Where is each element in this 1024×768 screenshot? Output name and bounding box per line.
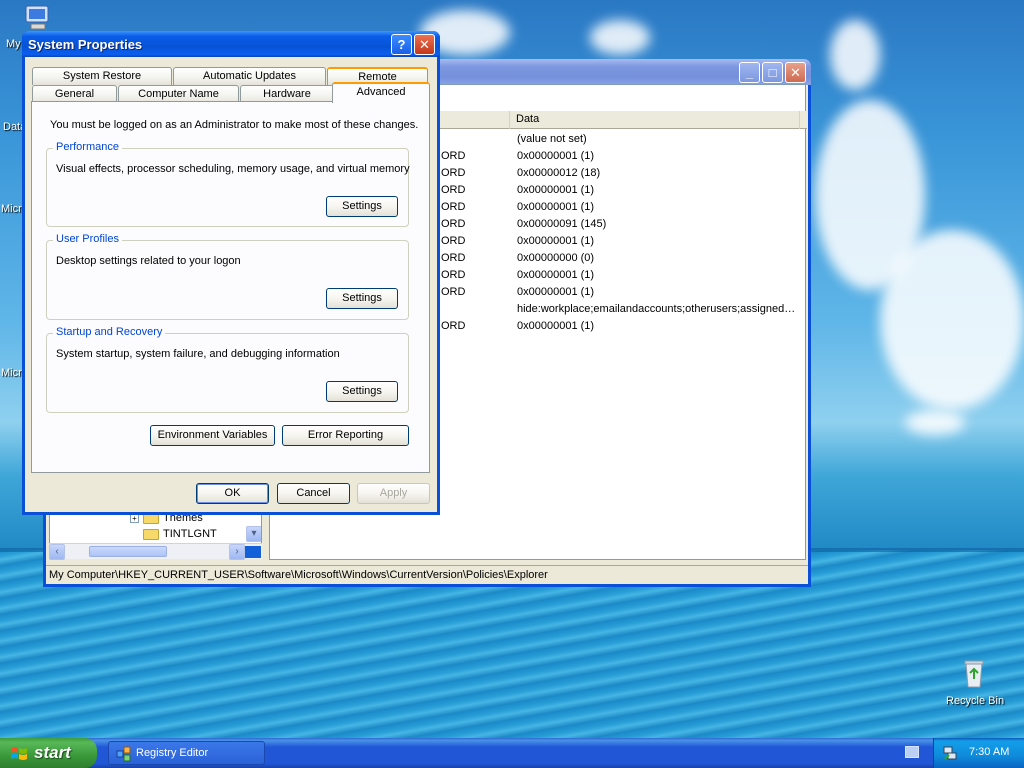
close-button[interactable]: ✕ bbox=[414, 34, 435, 55]
cloud bbox=[830, 20, 880, 90]
help-button[interactable]: ? bbox=[391, 34, 412, 55]
value-data: 0x00000091 (145) bbox=[517, 218, 607, 230]
value-type: ORD bbox=[441, 184, 466, 196]
maximize-button[interactable]: □ bbox=[762, 62, 783, 83]
cancel-button[interactable]: Cancel bbox=[277, 483, 350, 504]
value-type: ORD bbox=[441, 150, 466, 162]
clock[interactable]: 7:30 AM bbox=[969, 746, 1009, 758]
tab-automatic-updates[interactable]: Automatic Updates bbox=[173, 67, 326, 85]
value-type: ORD bbox=[441, 269, 466, 281]
scroll-corner bbox=[245, 546, 261, 558]
apply-button[interactable]: Apply bbox=[357, 483, 430, 504]
status-bar: My Computer\HKEY_CURRENT_USER\Software\M… bbox=[46, 565, 808, 584]
keyboard-icon[interactable] bbox=[905, 746, 919, 758]
group-title: Performance bbox=[53, 141, 122, 153]
taskbar-item-registry-editor[interactable]: Registry Editor bbox=[108, 741, 265, 765]
group-title: User Profiles bbox=[53, 233, 122, 245]
my-computer-label: My bbox=[6, 38, 21, 50]
start-button[interactable]: start bbox=[0, 738, 97, 768]
tree-item-label: TINTLGNT bbox=[163, 528, 217, 540]
value-data: 0x00000001 (1) bbox=[517, 269, 595, 281]
tab-advanced[interactable]: Advanced bbox=[332, 82, 430, 103]
startup-recovery-settings-button[interactable]: Settings bbox=[326, 381, 398, 402]
taskbar: start Registry Editor 7:30 AM bbox=[0, 738, 1024, 768]
task-label: Registry Editor bbox=[136, 747, 209, 759]
value-data: 0x00000001 (1) bbox=[517, 235, 595, 247]
value-data: hide:workplace;emailandaccounts;otheruse… bbox=[517, 303, 796, 315]
user-profiles-settings-button[interactable]: Settings bbox=[326, 288, 398, 309]
performance-group: Performance Visual effects, processor sc… bbox=[46, 141, 410, 227]
start-label: start bbox=[34, 743, 71, 762]
value-data: 0x00000000 (0) bbox=[517, 252, 595, 264]
tree-horizontal-scrollbar[interactable]: ‹ › bbox=[49, 543, 262, 560]
value-type: ORD bbox=[441, 286, 466, 298]
value-data: 0x00000012 (18) bbox=[517, 167, 601, 179]
windows-flag-icon bbox=[11, 747, 27, 760]
error-reporting-button[interactable]: Error Reporting bbox=[282, 425, 409, 446]
value-data: 0x00000001 (1) bbox=[517, 320, 595, 332]
value-data: 0x00000001 (1) bbox=[517, 201, 595, 213]
recycle-bin-icon[interactable] bbox=[958, 657, 990, 689]
registry-editor-icon bbox=[116, 746, 131, 762]
value-type: ORD bbox=[441, 252, 466, 264]
column-data[interactable]: Data bbox=[510, 111, 800, 129]
value-type: ORD bbox=[441, 167, 466, 179]
cloud bbox=[905, 410, 965, 435]
value-type: ORD bbox=[441, 320, 466, 332]
my-computer-icon[interactable] bbox=[22, 2, 54, 34]
dialog-title: System Properties bbox=[28, 37, 143, 52]
startup-recovery-group: Startup and Recovery System startup, sys… bbox=[46, 326, 409, 413]
value-type: ORD bbox=[441, 201, 466, 213]
performance-settings-button[interactable]: Settings bbox=[326, 196, 398, 217]
value-type: ORD bbox=[441, 235, 466, 247]
ok-button[interactable]: OK bbox=[196, 483, 269, 504]
system-tray: 7:30 AM bbox=[933, 738, 1024, 768]
tab-system-restore[interactable]: System Restore bbox=[32, 67, 172, 85]
scroll-down-button[interactable]: ▾ bbox=[246, 526, 261, 542]
advanced-tab-panel: You must be logged on as an Administrato… bbox=[31, 101, 430, 473]
scroll-right-button[interactable]: › bbox=[229, 544, 245, 560]
user-profiles-group: User Profiles Desktop settings related t… bbox=[46, 233, 409, 320]
folder-icon bbox=[143, 528, 159, 540]
admin-note: You must be logged on as an Administrato… bbox=[50, 119, 419, 131]
environment-variables-button[interactable]: Environment Variables bbox=[150, 425, 275, 446]
value-data: (value not set) bbox=[517, 133, 587, 145]
value-data: 0x00000001 (1) bbox=[517, 150, 595, 162]
minimize-button[interactable]: _ bbox=[739, 62, 760, 83]
column-type[interactable] bbox=[440, 111, 510, 129]
close-button[interactable]: ✕ bbox=[785, 62, 806, 83]
expand-icon[interactable]: + bbox=[130, 514, 139, 523]
cloud bbox=[880, 230, 1024, 410]
group-description: Desktop settings related to your logon bbox=[56, 255, 241, 267]
tree-item[interactable]: TINTLGNT bbox=[143, 528, 217, 540]
scroll-left-button[interactable]: ‹ bbox=[49, 544, 65, 560]
value-data: 0x00000001 (1) bbox=[517, 184, 595, 196]
group-title: Startup and Recovery bbox=[53, 326, 166, 338]
group-description: System startup, system failure, and debu… bbox=[56, 348, 340, 360]
network-icon[interactable] bbox=[942, 745, 958, 761]
value-type: ORD bbox=[441, 218, 466, 230]
scrollbar-thumb[interactable] bbox=[89, 546, 167, 557]
group-description: Visual effects, processor scheduling, me… bbox=[56, 163, 410, 175]
value-data: 0x00000001 (1) bbox=[517, 286, 595, 298]
cloud bbox=[590, 20, 650, 55]
status-path: My Computer\HKEY_CURRENT_USER\Software\M… bbox=[49, 569, 548, 581]
recycle-bin-label: Recycle Bin bbox=[946, 695, 1005, 707]
